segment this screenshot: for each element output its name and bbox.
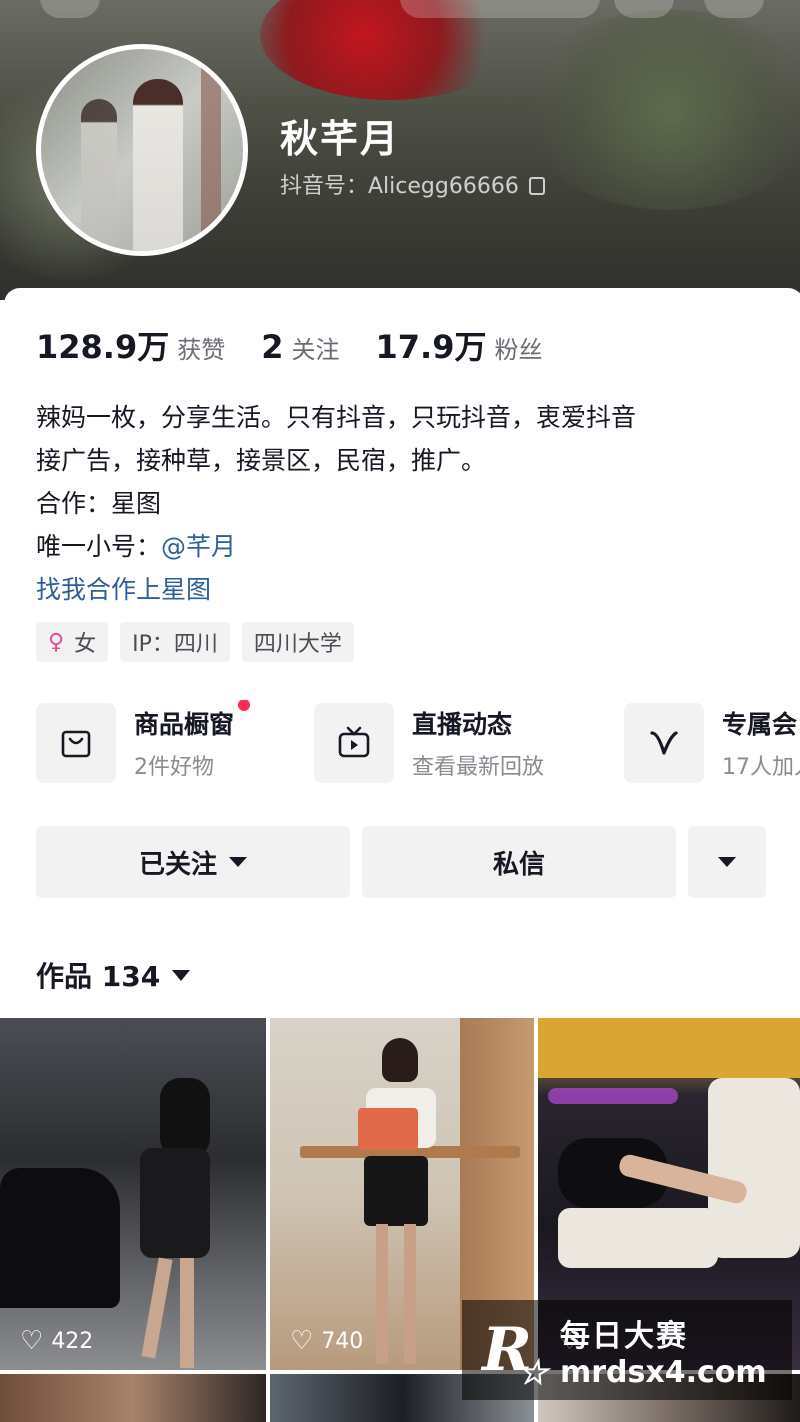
bio-line: 辣妈一枚，分享生活。只有抖音，只玩抖音，衷爱抖音: [36, 403, 637, 432]
service-title: 专属会: [722, 710, 798, 739]
followers-label[interactable]: 粉丝: [494, 330, 542, 365]
bio: 辣妈一枚，分享生活。只有抖音，只玩抖音，衷爱抖音 接广告，接种草，接景区，民宿，…: [36, 396, 776, 611]
school-tag[interactable]: 四川大学: [241, 622, 354, 662]
service-shop-window[interactable]: 商品橱窗 2件好物: [36, 700, 251, 786]
stats-row: 128.9万 获赞 2 关注 17.9万 粉丝: [36, 322, 578, 368]
caret-down-icon: [229, 857, 247, 867]
ip-tag: IP：四川: [120, 622, 230, 662]
avatar-figure: [133, 79, 183, 251]
following-count[interactable]: 2: [261, 328, 283, 366]
video-thumb-seat: [708, 1078, 800, 1258]
star-icon: ☆: [517, 1353, 548, 1393]
watermark-title: 每日大赛: [560, 1318, 688, 1354]
likes-count: 740: [321, 1328, 364, 1354]
video-thumb-product: [358, 1108, 418, 1150]
service-title: 商品橱窗: [134, 710, 235, 739]
copy-icon[interactable]: [528, 177, 545, 195]
douyin-id: 抖音号：Alicegg66666: [280, 174, 519, 199]
service-live[interactable]: 直播动态 查看最新回放: [314, 700, 544, 786]
header-decor: [520, 10, 800, 210]
shopping-bag-icon: [36, 703, 116, 783]
gender-label: 女: [74, 632, 97, 657]
profile-name: 秋芊月: [280, 117, 401, 161]
likes-count: 128.9万: [36, 328, 170, 366]
video-thumb-figure: [376, 1224, 388, 1364]
notification-dot: [238, 700, 251, 711]
message-button[interactable]: 私信: [362, 826, 676, 898]
sub-account-link[interactable]: @芊月: [161, 532, 236, 561]
video-thumb-seat: [558, 1208, 718, 1268]
more-options-button[interactable]: [688, 826, 766, 898]
avatar-wall: [201, 59, 221, 251]
works-tab[interactable]: 作品 134: [36, 955, 191, 995]
service-title: 直播动态: [412, 710, 513, 739]
video-thumb-figure: [141, 1257, 173, 1359]
video-thumb-figure: [160, 1078, 210, 1158]
likes-count: 422: [51, 1328, 94, 1354]
heart-icon: ♡: [290, 1326, 314, 1356]
services-row: 商品橱窗 2件好物 直播动态 查看最新回放 专属会 17人加入: [36, 700, 800, 786]
video-thumb-lights: [548, 1088, 678, 1104]
v-badge-icon: [624, 703, 704, 783]
female-icon: ♀: [48, 629, 65, 655]
top-search-button[interactable]: [400, 0, 600, 18]
heart-icon: ♡: [20, 1326, 44, 1356]
service-subtitle: 17人加入: [722, 755, 800, 780]
caret-down-icon: [172, 969, 191, 981]
service-member-club[interactable]: 专属会 17人加入: [624, 700, 800, 786]
video-thumb-figure: [140, 1148, 210, 1258]
video-thumb-window: [538, 1018, 800, 1078]
avatar[interactable]: [36, 44, 248, 256]
watermark-domain: mrdsx4.com: [560, 1354, 767, 1390]
video-tile[interactable]: ♡ 422: [0, 1018, 266, 1370]
bio-line-prefix: 唯一小号：: [36, 532, 162, 561]
douyin-id-row[interactable]: 抖音号：Alicegg66666: [280, 168, 545, 200]
tv-icon: [314, 703, 394, 783]
watermark: R ☆ 每日大赛 mrdsx4.com: [462, 1300, 792, 1400]
video-likes: ♡ 740: [290, 1328, 363, 1354]
service-subtitle: 2件好物: [134, 755, 214, 780]
avatar-figure: [81, 99, 117, 249]
more-icon[interactable]: [704, 0, 764, 18]
following-label[interactable]: 关注: [292, 330, 340, 365]
bio-line: 唯一小号：@芊月: [36, 525, 776, 568]
gender-tag: ♀ 女: [36, 622, 109, 662]
tag-row: ♀ 女 IP：四川 四川大学: [36, 622, 354, 662]
video-thumb-figure: [404, 1224, 416, 1364]
xingtu-link[interactable]: 找我合作上星图: [36, 568, 776, 611]
works-label: 作品 134: [36, 960, 161, 993]
video-tile[interactable]: [0, 1374, 266, 1422]
video-likes: ♡ 422: [20, 1328, 93, 1354]
caret-down-icon: [718, 857, 736, 867]
video-thumb-car: [0, 1168, 120, 1308]
video-thumb-figure: [364, 1156, 428, 1226]
action-buttons: 已关注 私信: [36, 826, 766, 898]
bio-line: 合作：星图: [36, 489, 162, 518]
watermark-logo: R ☆: [462, 1305, 552, 1395]
service-subtitle: 查看最新回放: [412, 755, 545, 780]
video-thumb-figure: [180, 1258, 194, 1368]
following-button-label: 已关注: [138, 849, 217, 880]
video-thumb-figure: [382, 1038, 418, 1082]
back-button[interactable]: [40, 0, 100, 18]
likes-label: 获赞: [177, 336, 226, 364]
following-button[interactable]: 已关注: [36, 826, 350, 898]
bio-line: 接广告，接种草，接景区，民宿，推广。: [36, 446, 487, 475]
followers-count[interactable]: 17.9万: [376, 322, 487, 368]
